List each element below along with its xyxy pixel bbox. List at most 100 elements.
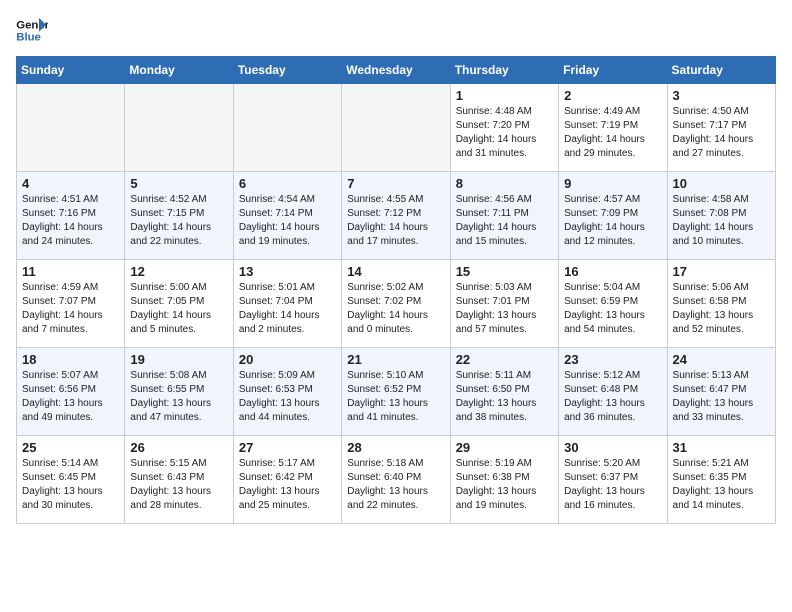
day-info: Sunrise: 5:12 AM Sunset: 6:48 PM Dayligh… bbox=[564, 369, 661, 425]
day-info: Sunrise: 4:52 AM Sunset: 7:15 PM Dayligh… bbox=[130, 193, 227, 249]
day-number: 15 bbox=[456, 264, 553, 279]
day-number: 28 bbox=[347, 440, 444, 455]
day-number: 20 bbox=[239, 352, 336, 367]
day-info: Sunrise: 5:19 AM Sunset: 6:38 PM Dayligh… bbox=[456, 457, 553, 513]
day-info: Sunrise: 5:07 AM Sunset: 6:56 PM Dayligh… bbox=[22, 369, 119, 425]
day-number: 11 bbox=[22, 264, 119, 279]
day-info: Sunrise: 4:54 AM Sunset: 7:14 PM Dayligh… bbox=[239, 193, 336, 249]
calendar-cell: 3 Sunrise: 4:50 AM Sunset: 7:17 PM Daylig… bbox=[667, 84, 775, 172]
day-info: Sunrise: 5:03 AM Sunset: 7:01 PM Dayligh… bbox=[456, 281, 553, 337]
day-number: 17 bbox=[673, 264, 770, 279]
day-info: Sunrise: 5:14 AM Sunset: 6:45 PM Dayligh… bbox=[22, 457, 119, 513]
day-number: 4 bbox=[22, 176, 119, 191]
day-number: 31 bbox=[673, 440, 770, 455]
calendar-cell: 12 Sunrise: 5:00 AM Sunset: 7:05 PM Dayli… bbox=[125, 260, 233, 348]
day-info: Sunrise: 4:59 AM Sunset: 7:07 PM Dayligh… bbox=[22, 281, 119, 337]
calendar-cell: 9 Sunrise: 4:57 AM Sunset: 7:09 PM Daylig… bbox=[559, 172, 667, 260]
weekday-header-sunday: Sunday bbox=[17, 57, 125, 84]
calendar-week-row: 18 Sunrise: 5:07 AM Sunset: 6:56 PM Dayli… bbox=[17, 348, 776, 436]
calendar-cell: 7 Sunrise: 4:55 AM Sunset: 7:12 PM Daylig… bbox=[342, 172, 450, 260]
day-info: Sunrise: 5:11 AM Sunset: 6:50 PM Dayligh… bbox=[456, 369, 553, 425]
day-number: 1 bbox=[456, 88, 553, 103]
calendar-cell bbox=[125, 84, 233, 172]
day-info: Sunrise: 5:04 AM Sunset: 6:59 PM Dayligh… bbox=[564, 281, 661, 337]
calendar-cell: 20 Sunrise: 5:09 AM Sunset: 6:53 PM Dayli… bbox=[233, 348, 341, 436]
day-number: 21 bbox=[347, 352, 444, 367]
day-info: Sunrise: 4:56 AM Sunset: 7:11 PM Dayligh… bbox=[456, 193, 553, 249]
calendar-cell: 1 Sunrise: 4:48 AM Sunset: 7:20 PM Daylig… bbox=[450, 84, 558, 172]
day-number: 10 bbox=[673, 176, 770, 191]
day-info: Sunrise: 5:10 AM Sunset: 6:52 PM Dayligh… bbox=[347, 369, 444, 425]
day-number: 8 bbox=[456, 176, 553, 191]
calendar-cell: 23 Sunrise: 5:12 AM Sunset: 6:48 PM Dayli… bbox=[559, 348, 667, 436]
day-info: Sunrise: 5:21 AM Sunset: 6:35 PM Dayligh… bbox=[673, 457, 770, 513]
svg-text:Blue: Blue bbox=[16, 32, 41, 44]
calendar-cell bbox=[233, 84, 341, 172]
calendar-cell: 27Sunrise: 5:17 AM Sunset: 6:42 PM Dayli… bbox=[233, 436, 341, 524]
day-info: Sunrise: 5:00 AM Sunset: 7:05 PM Dayligh… bbox=[130, 281, 227, 337]
calendar-cell bbox=[342, 84, 450, 172]
day-info: Sunrise: 5:13 AM Sunset: 6:47 PM Dayligh… bbox=[673, 369, 770, 425]
weekday-header-monday: Monday bbox=[125, 57, 233, 84]
day-info: Sunrise: 5:18 AM Sunset: 6:40 PM Dayligh… bbox=[347, 457, 444, 513]
calendar-week-row: 4 Sunrise: 4:51 AM Sunset: 7:16 PM Daylig… bbox=[17, 172, 776, 260]
calendar-cell: 21 Sunrise: 5:10 AM Sunset: 6:52 PM Dayli… bbox=[342, 348, 450, 436]
calendar-cell: 19 Sunrise: 5:08 AM Sunset: 6:55 PM Dayli… bbox=[125, 348, 233, 436]
day-number: 26 bbox=[130, 440, 227, 455]
calendar-cell: 29Sunrise: 5:19 AM Sunset: 6:38 PM Dayli… bbox=[450, 436, 558, 524]
day-info: Sunrise: 5:17 AM Sunset: 6:42 PM Dayligh… bbox=[239, 457, 336, 513]
calendar-cell: 13Sunrise: 5:01 AM Sunset: 7:04 PM Dayli… bbox=[233, 260, 341, 348]
weekday-header-saturday: Saturday bbox=[667, 57, 775, 84]
day-info: Sunrise: 5:09 AM Sunset: 6:53 PM Dayligh… bbox=[239, 369, 336, 425]
day-info: Sunrise: 4:57 AM Sunset: 7:09 PM Dayligh… bbox=[564, 193, 661, 249]
calendar-cell: 8 Sunrise: 4:56 AM Sunset: 7:11 PM Daylig… bbox=[450, 172, 558, 260]
weekday-header-tuesday: Tuesday bbox=[233, 57, 341, 84]
calendar-cell: 11 Sunrise: 4:59 AM Sunset: 7:07 PM Dayli… bbox=[17, 260, 125, 348]
calendar-body: 1 Sunrise: 4:48 AM Sunset: 7:20 PM Daylig… bbox=[17, 84, 776, 524]
day-info: Sunrise: 5:15 AM Sunset: 6:43 PM Dayligh… bbox=[130, 457, 227, 513]
day-info: Sunrise: 5:08 AM Sunset: 6:55 PM Dayligh… bbox=[130, 369, 227, 425]
day-info: Sunrise: 4:51 AM Sunset: 7:16 PM Dayligh… bbox=[22, 193, 119, 249]
day-number: 16 bbox=[564, 264, 661, 279]
calendar-cell: 14Sunrise: 5:02 AM Sunset: 7:02 PM Dayli… bbox=[342, 260, 450, 348]
day-number: 2 bbox=[564, 88, 661, 103]
calendar-cell: 30Sunrise: 5:20 AM Sunset: 6:37 PM Dayli… bbox=[559, 436, 667, 524]
day-info: Sunrise: 4:49 AM Sunset: 7:19 PM Dayligh… bbox=[564, 105, 661, 161]
day-info: Sunrise: 4:50 AM Sunset: 7:17 PM Dayligh… bbox=[673, 105, 770, 161]
day-number: 19 bbox=[130, 352, 227, 367]
day-number: 23 bbox=[564, 352, 661, 367]
day-number: 25 bbox=[22, 440, 119, 455]
calendar-table: SundayMondayTuesdayWednesdayThursdayFrid… bbox=[16, 56, 776, 524]
day-info: Sunrise: 4:58 AM Sunset: 7:08 PM Dayligh… bbox=[673, 193, 770, 249]
calendar-cell: 15 Sunrise: 5:03 AM Sunset: 7:01 PM Dayli… bbox=[450, 260, 558, 348]
day-number: 3 bbox=[673, 88, 770, 103]
weekday-header-wednesday: Wednesday bbox=[342, 57, 450, 84]
calendar-cell: 25 Sunrise: 5:14 AM Sunset: 6:45 PM Dayli… bbox=[17, 436, 125, 524]
calendar-cell: 2 Sunrise: 4:49 AM Sunset: 7:19 PM Daylig… bbox=[559, 84, 667, 172]
day-info: Sunrise: 4:48 AM Sunset: 7:20 PM Dayligh… bbox=[456, 105, 553, 161]
calendar-cell: 26 Sunrise: 5:15 AM Sunset: 6:43 PM Dayli… bbox=[125, 436, 233, 524]
day-number: 30 bbox=[564, 440, 661, 455]
day-number: 18 bbox=[22, 352, 119, 367]
calendar-cell: 6 Sunrise: 4:54 AM Sunset: 7:14 PM Daylig… bbox=[233, 172, 341, 260]
calendar-cell: 28 Sunrise: 5:18 AM Sunset: 6:40 PM Dayli… bbox=[342, 436, 450, 524]
calendar-cell: 16 Sunrise: 5:04 AM Sunset: 6:59 PM Dayli… bbox=[559, 260, 667, 348]
calendar-cell: 24 Sunrise: 5:13 AM Sunset: 6:47 PM Dayli… bbox=[667, 348, 775, 436]
logo-icon: General Blue bbox=[16, 16, 48, 44]
day-number: 13 bbox=[239, 264, 336, 279]
day-info: Sunrise: 5:06 AM Sunset: 6:58 PM Dayligh… bbox=[673, 281, 770, 337]
day-number: 12 bbox=[130, 264, 227, 279]
day-number: 9 bbox=[564, 176, 661, 191]
day-number: 6 bbox=[239, 176, 336, 191]
day-info: Sunrise: 4:55 AM Sunset: 7:12 PM Dayligh… bbox=[347, 193, 444, 249]
calendar-cell: 18 Sunrise: 5:07 AM Sunset: 6:56 PM Dayli… bbox=[17, 348, 125, 436]
calendar-cell: 22 Sunrise: 5:11 AM Sunset: 6:50 PM Dayli… bbox=[450, 348, 558, 436]
page-header: General Blue bbox=[16, 16, 776, 44]
logo: General Blue bbox=[16, 16, 52, 44]
weekday-header-friday: Friday bbox=[559, 57, 667, 84]
calendar-cell: 5Sunrise: 4:52 AM Sunset: 7:15 PM Daylig… bbox=[125, 172, 233, 260]
day-info: Sunrise: 5:02 AM Sunset: 7:02 PM Dayligh… bbox=[347, 281, 444, 337]
day-number: 7 bbox=[347, 176, 444, 191]
day-number: 24 bbox=[673, 352, 770, 367]
day-number: 22 bbox=[456, 352, 553, 367]
